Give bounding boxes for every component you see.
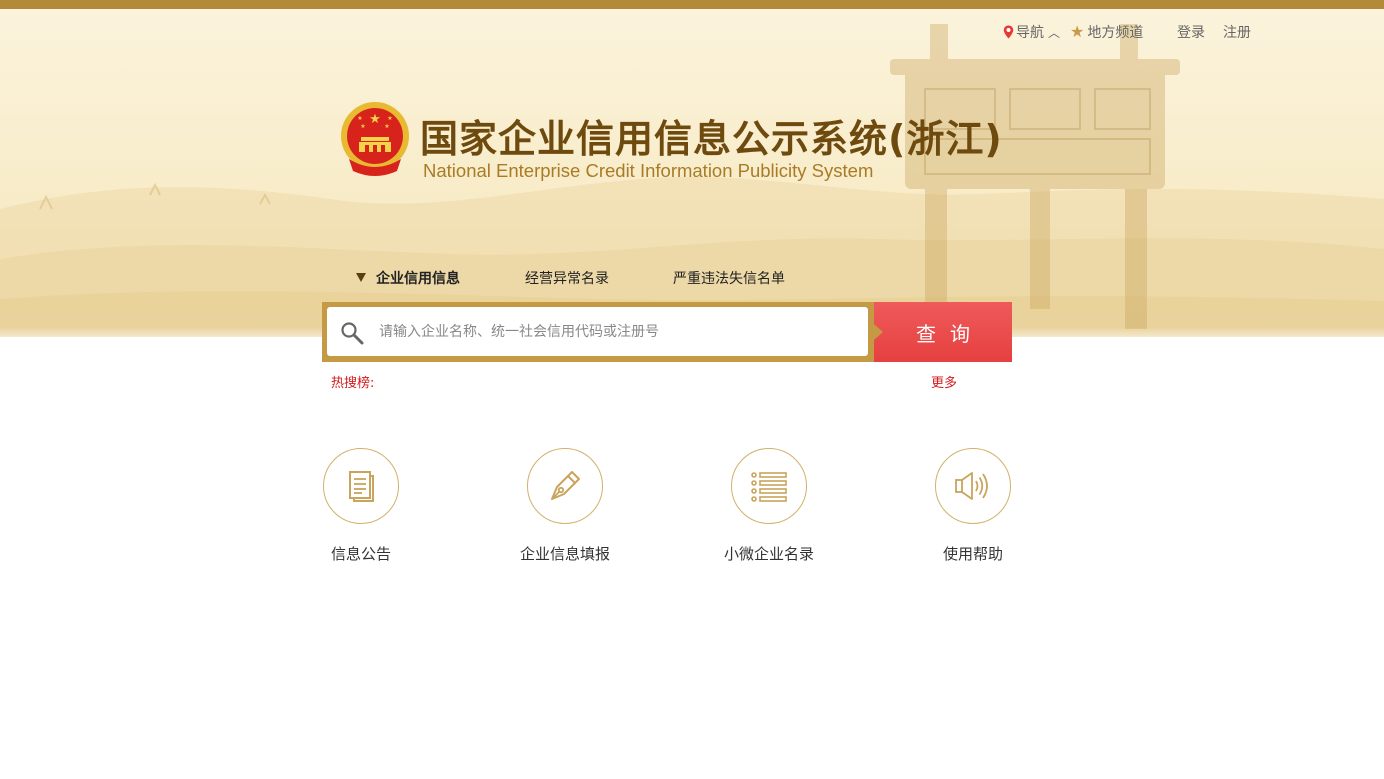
svg-text:★: ★ bbox=[384, 123, 389, 130]
search-button[interactable]: 查询 bbox=[874, 302, 1012, 362]
tab-label: 严重违法失信名单 bbox=[673, 271, 785, 287]
triangle-down-icon bbox=[356, 273, 366, 282]
location-pin-icon bbox=[1003, 25, 1014, 39]
register-link[interactable]: 注册 bbox=[1223, 22, 1251, 42]
caret-up-icon: ︿ bbox=[1048, 25, 1061, 40]
search-box bbox=[327, 307, 868, 356]
search-icon bbox=[341, 322, 364, 345]
star-icon: ★ bbox=[1070, 22, 1085, 41]
svg-text:★: ★ bbox=[387, 115, 392, 122]
login-label: 登录 bbox=[1177, 25, 1205, 41]
top-accent-bar bbox=[0, 0, 1384, 9]
document-icon bbox=[349, 471, 374, 502]
feature-circle bbox=[731, 448, 807, 524]
hot-search-label: 热搜榜: bbox=[331, 376, 375, 391]
search-input[interactable] bbox=[377, 319, 851, 345]
svg-text:★: ★ bbox=[360, 123, 365, 130]
feature-label: 小微企业名录 bbox=[723, 545, 814, 563]
nav-local-channels-label: 地方频道 bbox=[1087, 25, 1144, 41]
feature-usage-help[interactable]: 使用帮助 bbox=[913, 448, 1033, 564]
tab-enterprise-credit-info[interactable]: 企业信用信息 bbox=[356, 268, 460, 288]
feature-enterprise-info-filing[interactable]: 企业信息填报 bbox=[505, 448, 625, 564]
search-button-label: 查询 bbox=[916, 321, 984, 346]
feature-label: 信息公告 bbox=[330, 545, 391, 563]
tab-abnormal-operation-list[interactable]: 经营异常名录 bbox=[525, 268, 609, 288]
feature-label: 企业信息填报 bbox=[519, 545, 610, 563]
feature-small-micro-enterprise-list[interactable]: 小微企业名录 bbox=[709, 448, 829, 564]
feature-label: 使用帮助 bbox=[942, 545, 1003, 563]
search-bar bbox=[322, 302, 874, 362]
list-icon bbox=[751, 472, 787, 502]
site-title: 国家企业信用信息公示系统(浙江) bbox=[420, 117, 1003, 161]
tab-serious-violation-list[interactable]: 严重违法失信名单 bbox=[673, 268, 785, 288]
feature-circle bbox=[935, 448, 1011, 524]
pen-nib-icon bbox=[551, 471, 580, 500]
feature-info-announcement[interactable]: 信息公告 bbox=[301, 448, 421, 564]
svg-text:★: ★ bbox=[357, 115, 362, 122]
more-link[interactable]: 更多 bbox=[931, 372, 957, 391]
feature-circle bbox=[323, 448, 399, 524]
nav-local-channels-link[interactable]: ★ 地方频道 bbox=[1070, 22, 1143, 42]
tab-label: 企业信用信息 bbox=[376, 271, 460, 287]
nav-direction-label: 导航 bbox=[1016, 25, 1044, 41]
speaker-icon bbox=[955, 472, 988, 500]
login-link[interactable]: 登录 bbox=[1177, 22, 1205, 42]
feature-circle bbox=[527, 448, 603, 524]
nav-direction-link[interactable]: 导航 ︿ bbox=[1003, 22, 1060, 42]
svg-text:★: ★ bbox=[369, 112, 381, 127]
national-emblem-icon: ★ ★ ★ ★ ★ bbox=[341, 102, 409, 176]
tab-label: 经营异常名录 bbox=[525, 271, 609, 287]
site-subtitle: National Enterprise Credit Information P… bbox=[423, 160, 874, 181]
register-label: 注册 bbox=[1223, 25, 1251, 41]
